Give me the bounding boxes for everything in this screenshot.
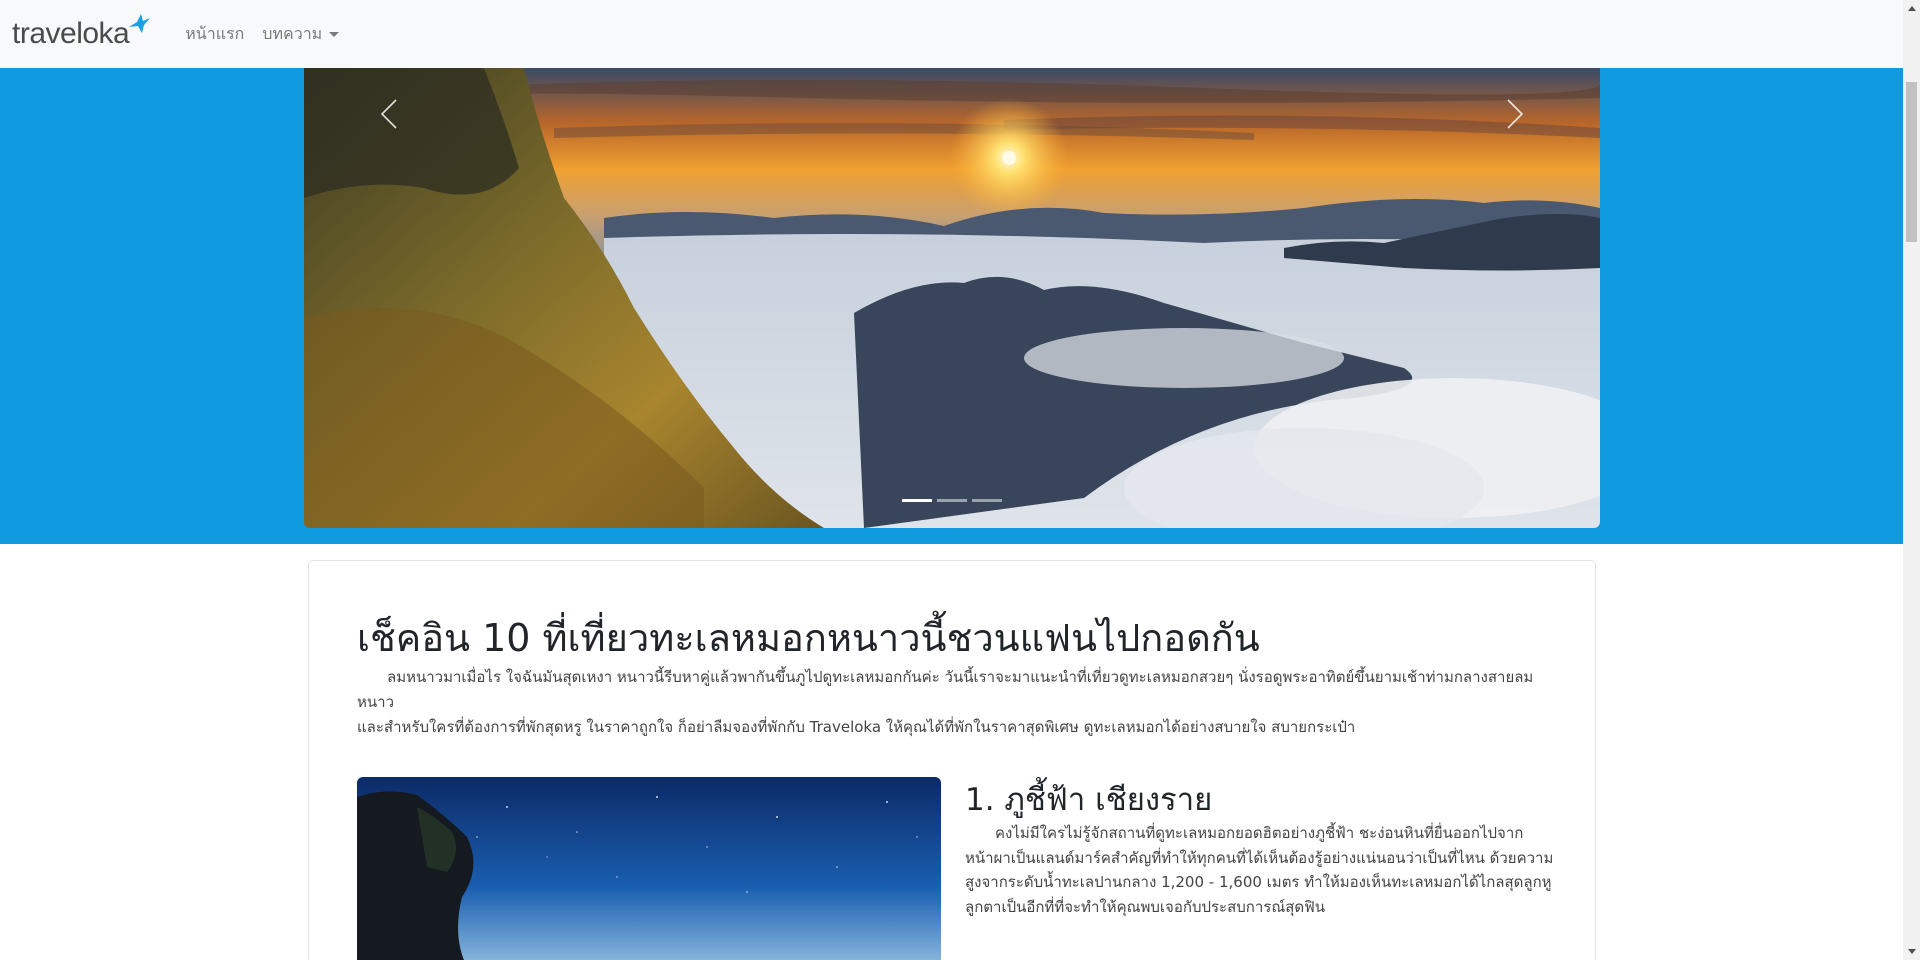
carousel-indicator-1[interactable] <box>902 499 932 502</box>
scroll-up-button[interactable] <box>1903 0 1920 17</box>
article-title: เช็คอิน 10 ที่เที่ยวทะเลหมอกหนาวนี้ชวนแฟ… <box>357 616 1260 660</box>
carousel-prev-button[interactable] <box>359 84 419 144</box>
hero-banner <box>0 68 1903 544</box>
bird-logo-icon <box>129 14 151 33</box>
carousel-indicator-2[interactable] <box>937 499 967 502</box>
carousel-slide-image <box>304 68 1600 528</box>
intro-line-2: และสำหรับใครที่ต้องการที่พักสุดหรู ในราค… <box>357 718 1356 736</box>
intro-line-1: ลมหนาวมาเมื่อไร ใจฉันมันสุดเหงา หนาวนี้ร… <box>357 668 1534 711</box>
scrollbar-thumb[interactable] <box>1906 82 1917 242</box>
caret-down-icon <box>329 31 340 37</box>
carousel-indicator-3[interactable] <box>972 499 1002 502</box>
scroll-down-arrow-icon <box>1907 949 1916 954</box>
traveloka-logo[interactable]: traveloka <box>12 14 151 50</box>
section-1-image <box>357 777 941 960</box>
chevron-left-icon <box>380 99 397 129</box>
nav-articles-dropdown[interactable]: บทความ <box>262 22 340 47</box>
section-1-title: 1. ภูชี้ฟ้า เชียงราย <box>965 782 1213 818</box>
carousel-next-button[interactable] <box>1485 84 1545 144</box>
article-intro: ลมหนาวมาเมื่อไร ใจฉันมันสุดเหงา หนาวนี้ร… <box>357 665 1557 740</box>
scroll-down-button[interactable] <box>1903 943 1920 960</box>
top-navbar: traveloka หน้าแรก บทความ <box>0 0 1903 68</box>
section-1-text: คงไม่มีใครไม่รู้จักสถานที่ดูทะเลหมอกยอดฮ… <box>965 824 1554 916</box>
article-card: เช็คอิน 10 ที่เที่ยวทะเลหมอกหนาวนี้ชวนแฟ… <box>308 560 1596 960</box>
nav-links: หน้าแรก บทความ <box>185 22 340 47</box>
image-carousel <box>304 68 1600 528</box>
night-sky-cliff-photo <box>357 777 941 960</box>
chevron-right-icon <box>1507 99 1524 129</box>
page-scrollbar[interactable] <box>1903 0 1920 960</box>
nav-articles-label: บทความ <box>262 23 323 43</box>
brand-name: traveloka <box>12 17 130 50</box>
carousel-indicators <box>304 499 1600 502</box>
nav-home-link[interactable]: หน้าแรก <box>185 22 244 47</box>
scroll-up-arrow-icon <box>1907 6 1916 11</box>
